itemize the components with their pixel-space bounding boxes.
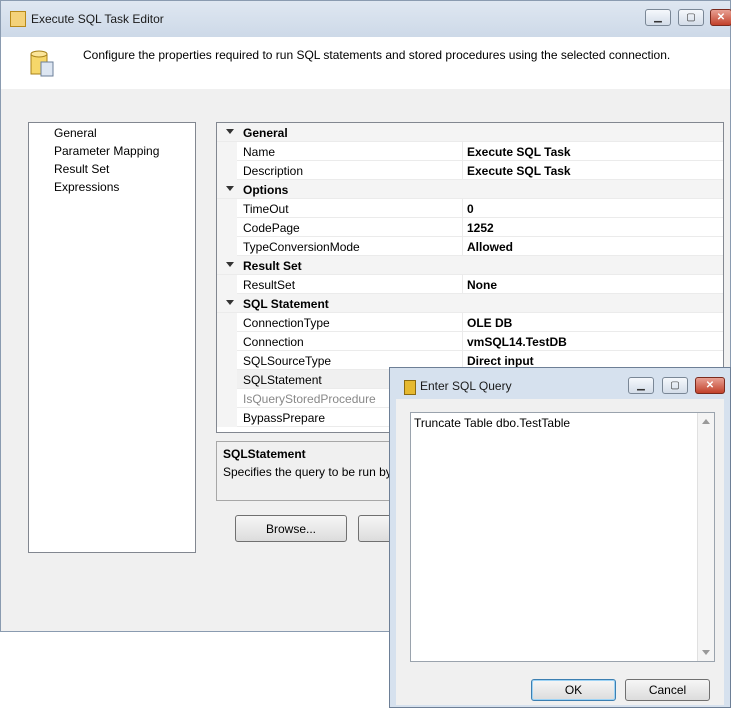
- property-value[interactable]: Direct input: [467, 354, 534, 368]
- query-text[interactable]: Truncate Table dbo.TestTable: [414, 416, 570, 430]
- row-gutter: [217, 142, 237, 161]
- header-area: [1, 37, 730, 89]
- ok-button[interactable]: OK: [531, 679, 616, 701]
- row-gutter: [217, 275, 237, 294]
- scroll-down-icon[interactable]: [702, 650, 710, 655]
- category-result-set[interactable]: Result Set: [217, 256, 723, 275]
- property-value[interactable]: Execute SQL Task: [467, 164, 571, 178]
- row-gutter: [217, 313, 237, 332]
- row-gutter: [217, 332, 237, 351]
- maximize-icon: ▢: [670, 380, 680, 391]
- column-divider: [462, 199, 463, 218]
- property-label: Name: [243, 145, 276, 159]
- property-value[interactable]: 0: [467, 202, 474, 216]
- row-gutter: [217, 161, 237, 180]
- property-row-connection[interactable]: Connection vmSQL14.TestDB: [217, 332, 723, 351]
- collapse-icon[interactable]: [226, 300, 234, 305]
- vertical-scrollbar[interactable]: [697, 413, 714, 661]
- close-button[interactable]: ✕: [710, 9, 731, 26]
- minimize-icon: ▁: [654, 12, 662, 23]
- window-title: Execute SQL Task Editor: [31, 12, 164, 26]
- browse-button[interactable]: Browse...: [235, 515, 347, 542]
- dialog-maximize-button[interactable]: ▢: [662, 377, 688, 394]
- row-gutter: [217, 199, 237, 218]
- property-label: IsQueryStoredProcedure: [243, 392, 376, 406]
- database-task-icon: [30, 50, 54, 77]
- dialog-title: Enter SQL Query: [420, 379, 512, 393]
- category-general[interactable]: General: [217, 123, 723, 142]
- property-label: ResultSet: [243, 278, 296, 292]
- column-divider: [462, 142, 463, 161]
- nav-item-expressions[interactable]: Expressions: [54, 180, 119, 194]
- row-gutter: [217, 370, 237, 389]
- property-label: SQLStatement: [243, 373, 322, 387]
- property-label: Description: [243, 164, 304, 178]
- category-label: General: [243, 126, 288, 140]
- column-divider: [462, 237, 463, 256]
- category-label: Options: [243, 183, 289, 197]
- row-gutter: [217, 351, 237, 370]
- property-value[interactable]: Execute SQL Task: [467, 145, 571, 159]
- property-row-name[interactable]: Name Execute SQL Task: [217, 142, 723, 161]
- sql-query-textarea[interactable]: Truncate Table dbo.TestTable: [410, 412, 715, 662]
- nav-item-general[interactable]: General: [54, 126, 97, 140]
- category-label: SQL Statement: [243, 297, 329, 311]
- collapse-icon[interactable]: [226, 129, 234, 134]
- dialog-minimize-button[interactable]: ▁: [628, 377, 654, 394]
- column-divider: [462, 218, 463, 237]
- maximize-button[interactable]: ▢: [678, 9, 704, 26]
- property-label: TimeOut: [243, 202, 289, 216]
- nav-item-parameter-mapping[interactable]: Parameter Mapping: [54, 144, 159, 158]
- property-value[interactable]: OLE DB: [467, 316, 512, 330]
- property-label: BypassPrepare: [243, 411, 326, 425]
- category-options[interactable]: Options: [217, 180, 723, 199]
- close-icon: ✕: [716, 12, 726, 23]
- property-label: Connection: [243, 335, 304, 349]
- dialog-close-button[interactable]: ✕: [695, 377, 725, 394]
- category-label: Result Set: [243, 259, 302, 273]
- title-bar[interactable]: Execute SQL Task Editor ▁ ▢ ✕: [1, 1, 731, 38]
- column-divider: [462, 275, 463, 294]
- property-row-description[interactable]: Description Execute SQL Task: [217, 161, 723, 180]
- left-navigation-panel: General Parameter Mapping Result Set Exp…: [28, 122, 196, 553]
- column-divider: [462, 161, 463, 180]
- property-row-timeout[interactable]: TimeOut 0: [217, 199, 723, 218]
- enter-sql-query-dialog: Enter SQL Query ▁ ▢ ✕ Truncate Table dbo…: [389, 367, 731, 708]
- row-gutter: [217, 389, 237, 408]
- minimize-button[interactable]: ▁: [645, 9, 671, 26]
- property-value[interactable]: None: [467, 278, 497, 292]
- property-value[interactable]: vmSQL14.TestDB: [467, 335, 567, 349]
- collapse-icon[interactable]: [226, 186, 234, 191]
- property-row-resultset[interactable]: ResultSet None: [217, 275, 723, 294]
- close-icon: ✕: [705, 380, 715, 391]
- property-label: SQLSourceType: [243, 354, 332, 368]
- property-label: CodePage: [243, 221, 300, 235]
- property-label: ConnectionType: [243, 316, 330, 330]
- property-value[interactable]: Allowed: [467, 240, 513, 254]
- collapse-icon[interactable]: [226, 262, 234, 267]
- row-gutter: [217, 218, 237, 237]
- nav-item-result-set[interactable]: Result Set: [54, 162, 109, 176]
- column-divider: [462, 332, 463, 351]
- description-text: Specifies the query to be run by: [223, 465, 392, 479]
- minimize-icon: ▁: [637, 380, 645, 391]
- column-divider: [462, 313, 463, 332]
- row-gutter: [217, 408, 237, 427]
- description-title: SQLStatement: [223, 447, 306, 461]
- task-editor-icon: [10, 11, 26, 27]
- property-row-typeconversionmode[interactable]: TypeConversionMode Allowed: [217, 237, 723, 256]
- property-row-connectiontype[interactable]: ConnectionType OLE DB: [217, 313, 723, 332]
- category-sql-statement[interactable]: SQL Statement: [217, 294, 723, 313]
- property-value[interactable]: 1252: [467, 221, 494, 235]
- row-gutter: [217, 237, 237, 256]
- property-description-box: SQLStatement Specifies the query to be r…: [216, 441, 406, 501]
- maximize-icon: ▢: [686, 12, 696, 23]
- cancel-button[interactable]: Cancel: [625, 679, 710, 701]
- scroll-up-icon[interactable]: [702, 419, 710, 424]
- sql-query-icon: [404, 380, 416, 395]
- property-row-codepage[interactable]: CodePage 1252: [217, 218, 723, 237]
- header-description: Configure the properties required to run…: [83, 48, 671, 62]
- property-label: TypeConversionMode: [243, 240, 360, 254]
